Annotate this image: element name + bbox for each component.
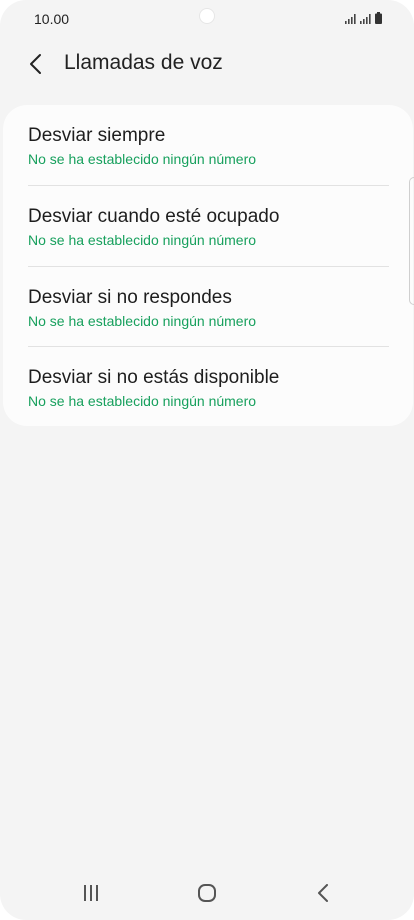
scroll-indicator[interactable] — [409, 177, 414, 305]
battery-icon — [375, 12, 382, 24]
home-icon — [198, 884, 216, 902]
option-title: Desviar si no estás disponible — [28, 367, 280, 389]
app-header: Llamadas de voz — [0, 40, 414, 88]
forwarding-options-list: Desviar siempre No se ha establecido nin… — [3, 105, 413, 426]
forwarding-option-always[interactable]: Desviar siempre No se ha establecido nin… — [28, 105, 389, 186]
signal-icon — [360, 14, 371, 24]
status-bar: 10.00 — [0, 0, 414, 40]
forwarding-option-no-answer[interactable]: Desviar si no respondes No se ha estable… — [28, 267, 389, 348]
recents-button[interactable] — [71, 878, 111, 908]
option-subtitle: No se ha establecido ningún número — [28, 231, 257, 248]
recents-icon — [84, 885, 98, 901]
option-title: Desviar cuando esté ocupado — [28, 205, 280, 227]
status-icons — [345, 12, 382, 24]
option-subtitle: No se ha establecido ningún número — [28, 312, 257, 329]
back-icon — [318, 884, 328, 902]
page-title: Llamadas de voz — [64, 51, 223, 74]
option-title: Desviar siempre — [28, 125, 166, 146]
signal-icon — [345, 14, 356, 24]
option-subtitle: No se ha establecido ningún número — [28, 151, 257, 167]
forwarding-option-unreachable[interactable]: Desviar si no estás disponible No se ha … — [28, 347, 389, 428]
navigation-bar — [0, 868, 414, 918]
back-nav-button[interactable] — [303, 878, 343, 908]
option-title: Desviar si no respondes — [28, 286, 232, 308]
chevron-left-icon — [30, 54, 41, 74]
forwarding-option-busy[interactable]: Desviar cuando esté ocupado No se ha est… — [28, 186, 389, 267]
phone-screen: 10.00 Llamadas de voz Desviar siempre No… — [0, 0, 414, 920]
back-button[interactable] — [20, 48, 52, 80]
home-button[interactable] — [187, 878, 227, 908]
front-camera — [199, 8, 215, 24]
status-time: 10.00 — [34, 11, 70, 27]
option-subtitle: No se ha establecido ningún número — [28, 393, 257, 410]
